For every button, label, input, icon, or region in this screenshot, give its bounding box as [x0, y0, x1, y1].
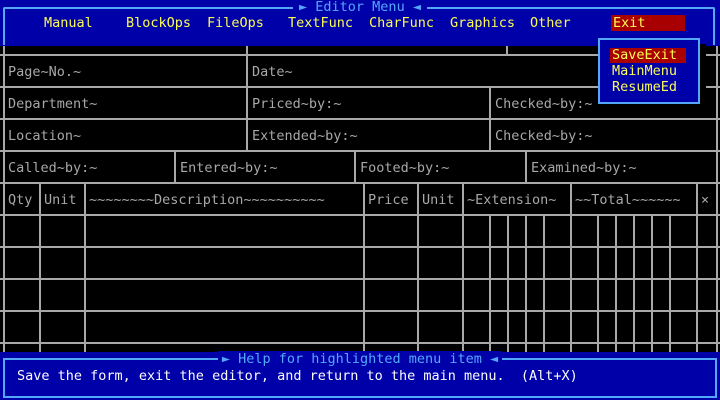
grid-line: [363, 182, 365, 352]
field-called-by[interactable]: Called~by:~: [8, 160, 97, 176]
grid-line: [716, 46, 718, 352]
grid-line: [570, 182, 572, 352]
menu-item-blockops[interactable]: BlockOps: [126, 15, 191, 31]
field-footed-by[interactable]: Footed~by:~: [360, 160, 449, 176]
grid-line: [696, 182, 698, 352]
grid-line: [354, 150, 356, 182]
help-panel: ► Help for highlighted menu item ◄ Save …: [0, 351, 720, 400]
field-location[interactable]: Location~: [8, 128, 81, 144]
grid-line: [507, 214, 509, 352]
menu-item-fileops[interactable]: FileOps: [207, 15, 264, 31]
field-checked-by-2[interactable]: Checked~by:~: [495, 128, 593, 144]
dropdown-item-mainmenu[interactable]: MainMenu: [612, 64, 677, 79]
menu-item-exit[interactable]: Exit: [611, 15, 685, 31]
column-header-unit: Unit: [44, 192, 77, 208]
grid-line: [543, 214, 545, 352]
grid-line: [0, 182, 720, 184]
field-department[interactable]: Department~: [8, 96, 97, 112]
grid-line: [0, 246, 720, 248]
column-header-qty: Qty: [8, 192, 33, 208]
field-page-no[interactable]: Page~No.~: [8, 64, 81, 80]
menu-title-wrap: ► Editor Menu ◄: [0, 0, 720, 15]
grid-line: [0, 118, 720, 120]
field-date[interactable]: Date~: [252, 64, 293, 80]
grid-line: [525, 150, 527, 182]
grid-line: [506, 46, 508, 54]
grid-line: [651, 214, 653, 352]
grid-line: [0, 310, 720, 312]
grid-line: [246, 46, 248, 54]
grid-line: [525, 214, 527, 352]
grid-line: [597, 214, 599, 352]
column-header-unit-2: Unit: [422, 192, 455, 208]
menu-item-charfunc[interactable]: CharFunc: [369, 15, 434, 31]
menu-item-manual[interactable]: Manual: [44, 15, 93, 31]
column-header-total: ~~Total~~~~~~: [575, 192, 681, 208]
help-title: ► Help for highlighted menu item ◄: [217, 351, 503, 367]
field-extended-by[interactable]: Extended~by:~: [252, 128, 358, 144]
grid-line: [0, 150, 720, 152]
menu-title: ► Editor Menu ◄: [293, 0, 427, 15]
grid-line: [615, 214, 617, 352]
field-examined-by[interactable]: Examined~by:~: [531, 160, 637, 176]
field-entered-by[interactable]: Entered~by:~: [180, 160, 278, 176]
column-header-price: Price: [368, 192, 409, 208]
grid-line: [84, 182, 86, 352]
menu-item-graphics[interactable]: Graphics: [450, 15, 515, 31]
exit-dropdown-menu: SaveExit MainMenu ResumeEd: [598, 38, 700, 104]
column-header-description: ~~~~~~~~Description~~~~~~~~~~: [89, 192, 325, 208]
dropdown-item-resumeed[interactable]: ResumeEd: [612, 80, 677, 95]
grid-line: [3, 46, 5, 352]
grid-line: [0, 214, 720, 216]
grid-line: [0, 278, 720, 280]
grid-line: [633, 214, 635, 352]
field-priced-by[interactable]: Priced~by:~: [252, 96, 341, 112]
help-text: Save the form, exit the editor, and retu…: [17, 368, 578, 384]
grid-line: [246, 54, 248, 86]
column-header-x: ×: [701, 192, 710, 208]
grid-line: [417, 182, 419, 352]
field-checked-by-1[interactable]: Checked~by:~: [495, 96, 593, 112]
menu-item-other[interactable]: Other: [530, 15, 571, 31]
grid-line: [174, 150, 176, 182]
help-title-wrap: ► Help for highlighted menu item ◄: [0, 351, 720, 367]
dropdown-item-saveexit[interactable]: SaveExit: [610, 48, 686, 63]
grid-line: [669, 214, 671, 352]
menu-item-textfunc[interactable]: TextFunc: [288, 15, 353, 31]
grid-line: [0, 342, 720, 344]
grid-line: [489, 214, 491, 352]
grid-line: [462, 182, 464, 352]
grid-line: [489, 86, 491, 150]
grid-line: [39, 182, 41, 352]
grid-line: [246, 86, 248, 150]
column-header-extension: ~Extension~: [467, 192, 557, 208]
